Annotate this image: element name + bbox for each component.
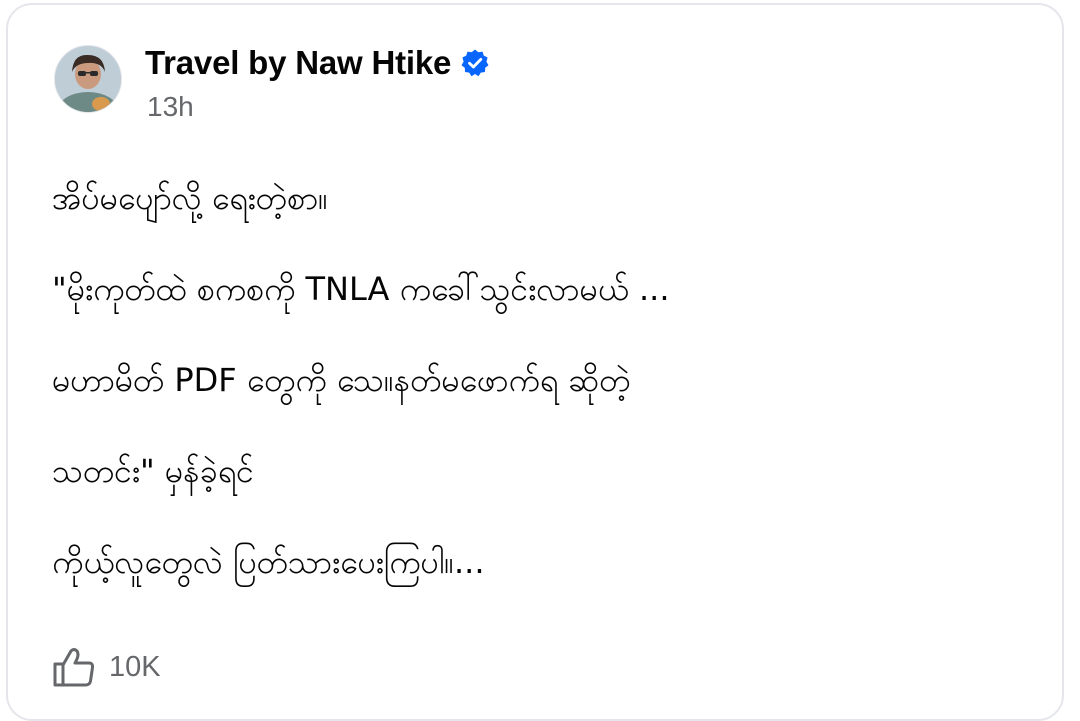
- reactions-bar[interactable]: 10K: [52, 645, 161, 689]
- post-text-line: မဟာမိတ် PDF တွေကို သေ။နတ်မဖောက်ရ ဆိုတဲ့: [52, 361, 631, 399]
- avatar-image: [55, 46, 121, 112]
- thumbs-up-icon[interactable]: [52, 647, 96, 687]
- post-text-line: ကိုယ့်လူတွေလဲ ပြတ်သားပေးကြပါ။...: [52, 543, 485, 581]
- verified-badge-icon: [460, 48, 490, 78]
- post-timestamp[interactable]: 13h: [147, 91, 194, 123]
- post-text: အိပ်မပျော်လို့ ရေးတဲ့စာ။ "မိုးကုတ်ထဲ စကစ…: [52, 176, 1042, 631]
- author-avatar[interactable]: [54, 45, 122, 113]
- author-name[interactable]: Travel by Naw Htike: [145, 44, 451, 82]
- post-text-line: "မိုးကုတ်ထဲ စကစကို TNLA ကခေါ်သွင်းလာမယ် …: [52, 270, 670, 308]
- like-count[interactable]: 10K: [109, 651, 161, 684]
- post-text-line: သတင်း" မှန်ခဲ့ရင်: [52, 452, 254, 490]
- post-header: Travel by Naw Htike: [145, 43, 490, 83]
- post-text-line: အိပ်မပျော်လို့ ရေးတဲ့စာ။: [52, 179, 328, 217]
- post-card: Travel by Naw Htike 13h အိပ်မပျော်လို့ ရ…: [6, 3, 1064, 721]
